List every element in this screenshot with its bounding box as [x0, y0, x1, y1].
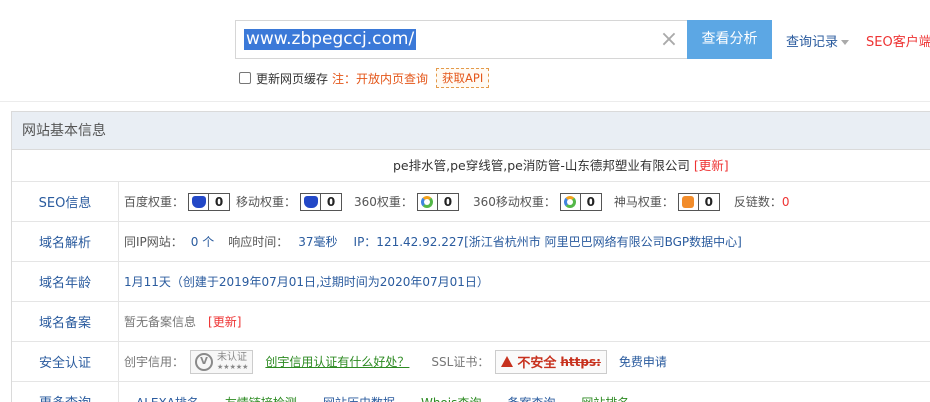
- domain-age-value[interactable]: 1月11天（创建于2019年07月01日,过期时间为2020年07月01日）: [124, 273, 489, 290]
- verified-v-icon: V: [195, 352, 214, 371]
- more-link-whois[interactable]: Whois查询: [421, 394, 481, 402]
- get-api-button[interactable]: 获取API: [436, 68, 490, 88]
- more-link-friendlinks[interactable]: 友情链接检测: [225, 394, 297, 402]
- clear-icon[interactable]: ×: [659, 28, 679, 52]
- seo-client-link[interactable]: SEO客户端: [866, 31, 930, 50]
- baidu-mobile-paw-icon: [303, 195, 318, 208]
- refresh-cache-checkbox[interactable]: [239, 72, 251, 84]
- ssl-https-text: https:: [560, 354, 601, 369]
- icp-row: 域名备案 暂无备案信息 [更新]: [12, 302, 930, 342]
- more-link-icp[interactable]: 备案查询: [507, 394, 555, 402]
- 360-mobile-weight-value: 0: [586, 194, 596, 209]
- site-info-panel: 网站基本信息 pe排水管,pe穿线管,pe消防管-山东德邦塑业有限公司 [更新] …: [11, 111, 930, 402]
- more-row: 更多查询 ALEXA排名 友情链接检测 网站历史数据 Whois查询 备案查询 …: [12, 382, 930, 402]
- ip-location[interactable]: IP：121.42.92.227[浙江省杭州市 阿里巴巴网络有限公司BGP数据中…: [354, 233, 742, 250]
- seo-row: SEO信息 百度权重： 0 移动权重： 0 360权重： 0 360移动权重：: [12, 182, 930, 222]
- same-ip-label: 同IP网站：: [124, 235, 183, 249]
- search-options: 更新网页缓存 注：开放内页查询 获取API: [239, 68, 490, 88]
- mobile-weight-badge[interactable]: 0: [300, 192, 343, 211]
- 360-weight-value: 0: [443, 194, 453, 209]
- 360-logo-icon: [421, 195, 434, 208]
- ssl-status-badge[interactable]: 不安全 https:: [495, 349, 607, 374]
- icp-label: 域名备案: [12, 302, 119, 341]
- chuangyu-benefit-link[interactable]: 创宇信用认证有什么好处？: [265, 353, 409, 370]
- ssl-apply-link[interactable]: 免费申请: [619, 353, 667, 370]
- dns-values: 同IP网站： 0 个 响应时间： 37毫秒 IP：121.42.92.227[浙…: [124, 222, 930, 261]
- history-label: 查询记录: [786, 35, 839, 50]
- response-time-label: 响应时间：: [228, 235, 289, 249]
- search-input-value[interactable]: www.zbpegccj.com/: [244, 29, 417, 50]
- backlinks-label: 反链数：: [733, 195, 782, 209]
- cert-stars: ★★★★★: [217, 362, 249, 371]
- more-label: 更多查询: [12, 382, 119, 402]
- 360-mobile-weight-label: 360移动权重：: [472, 195, 556, 209]
- security-row: 安全认证 创宇信用： V 未认证 ★★★★★ 创宇信用认证有什么好处？ SSL证…: [12, 342, 930, 382]
- 360-mobile-logo-icon: [564, 195, 577, 208]
- warning-icon: [501, 356, 514, 367]
- baidu-weight-label: 百度权重：: [124, 195, 185, 209]
- chuangyu-cert-badge[interactable]: V 未认证 ★★★★★: [190, 349, 254, 374]
- baidu-weight-value: 0: [214, 194, 224, 209]
- search-input[interactable]: www.zbpegccj.com/ ×: [235, 20, 687, 59]
- site-title: pe排水管,pe穿线管,pe消防管-山东德邦塑业有限公司: [393, 158, 690, 173]
- icp-value: 暂无备案信息: [124, 315, 197, 329]
- domain-age-row: 域名年龄 1月11天（创建于2019年07月01日,过期时间为2020年07月0…: [12, 262, 930, 302]
- shenma-weight-badge[interactable]: 0: [677, 192, 720, 211]
- dns-row: 域名解析 同IP网站： 0 个 响应时间： 37毫秒 IP：121.42.92.…: [12, 222, 930, 262]
- site-title-row: pe排水管,pe穿线管,pe消防管-山东德邦塑业有限公司 [更新]: [12, 150, 930, 182]
- panel-title: 网站基本信息: [12, 112, 930, 150]
- refresh-cache-label[interactable]: 更新网页缓存: [256, 70, 328, 87]
- top-search-area: www.zbpegccj.com/ × 查看分析 查询记录 SEO客户端 更新网…: [0, 0, 930, 102]
- more-link-rank[interactable]: 网站排名: [581, 394, 629, 402]
- ssl-warning-text: 不安全: [517, 356, 557, 371]
- dns-label: 域名解析: [12, 222, 119, 261]
- shenma-logo-icon: [682, 195, 695, 208]
- chuangyu-label: 创宇信用：: [124, 355, 185, 369]
- analyze-button[interactable]: 查看分析: [687, 20, 772, 59]
- domain-age-label: 域名年龄: [12, 262, 119, 301]
- mobile-weight-value: 0: [326, 194, 336, 209]
- more-link-history[interactable]: 网站历史数据: [323, 394, 395, 402]
- 360-weight-badge[interactable]: 0: [416, 192, 459, 211]
- mobile-weight-label: 移动权重：: [236, 195, 297, 209]
- baidu-paw-icon: [191, 195, 206, 208]
- seo-values: 百度权重： 0 移动权重： 0 360权重： 0 360移动权重： 0 神马权重…: [124, 182, 930, 221]
- icp-update-link[interactable]: [更新]: [208, 313, 241, 330]
- backlinks-value[interactable]: 0: [782, 195, 790, 209]
- more-link-alexa[interactable]: ALEXA排名: [136, 394, 199, 402]
- baidu-weight-badge[interactable]: 0: [188, 192, 231, 211]
- shenma-weight-value: 0: [704, 194, 714, 209]
- site-title-update-link[interactable]: [更新]: [694, 158, 729, 173]
- ssl-label: SSL证书：: [431, 355, 490, 369]
- history-dropdown[interactable]: 查询记录: [786, 31, 850, 50]
- same-ip-count-link[interactable]: 0 个: [191, 233, 214, 250]
- 360-mobile-weight-badge[interactable]: 0: [559, 192, 602, 211]
- chevron-down-icon: [841, 40, 850, 45]
- cert-status: 未认证: [217, 351, 248, 363]
- seo-label: SEO信息: [12, 182, 119, 221]
- inner-page-note: 注：开放内页查询: [332, 71, 429, 86]
- shenma-weight-label: 神马权重：: [613, 195, 674, 209]
- 360-weight-label: 360权重：: [354, 195, 413, 209]
- security-label: 安全认证: [12, 342, 119, 381]
- response-time-value: 37毫秒: [298, 235, 338, 249]
